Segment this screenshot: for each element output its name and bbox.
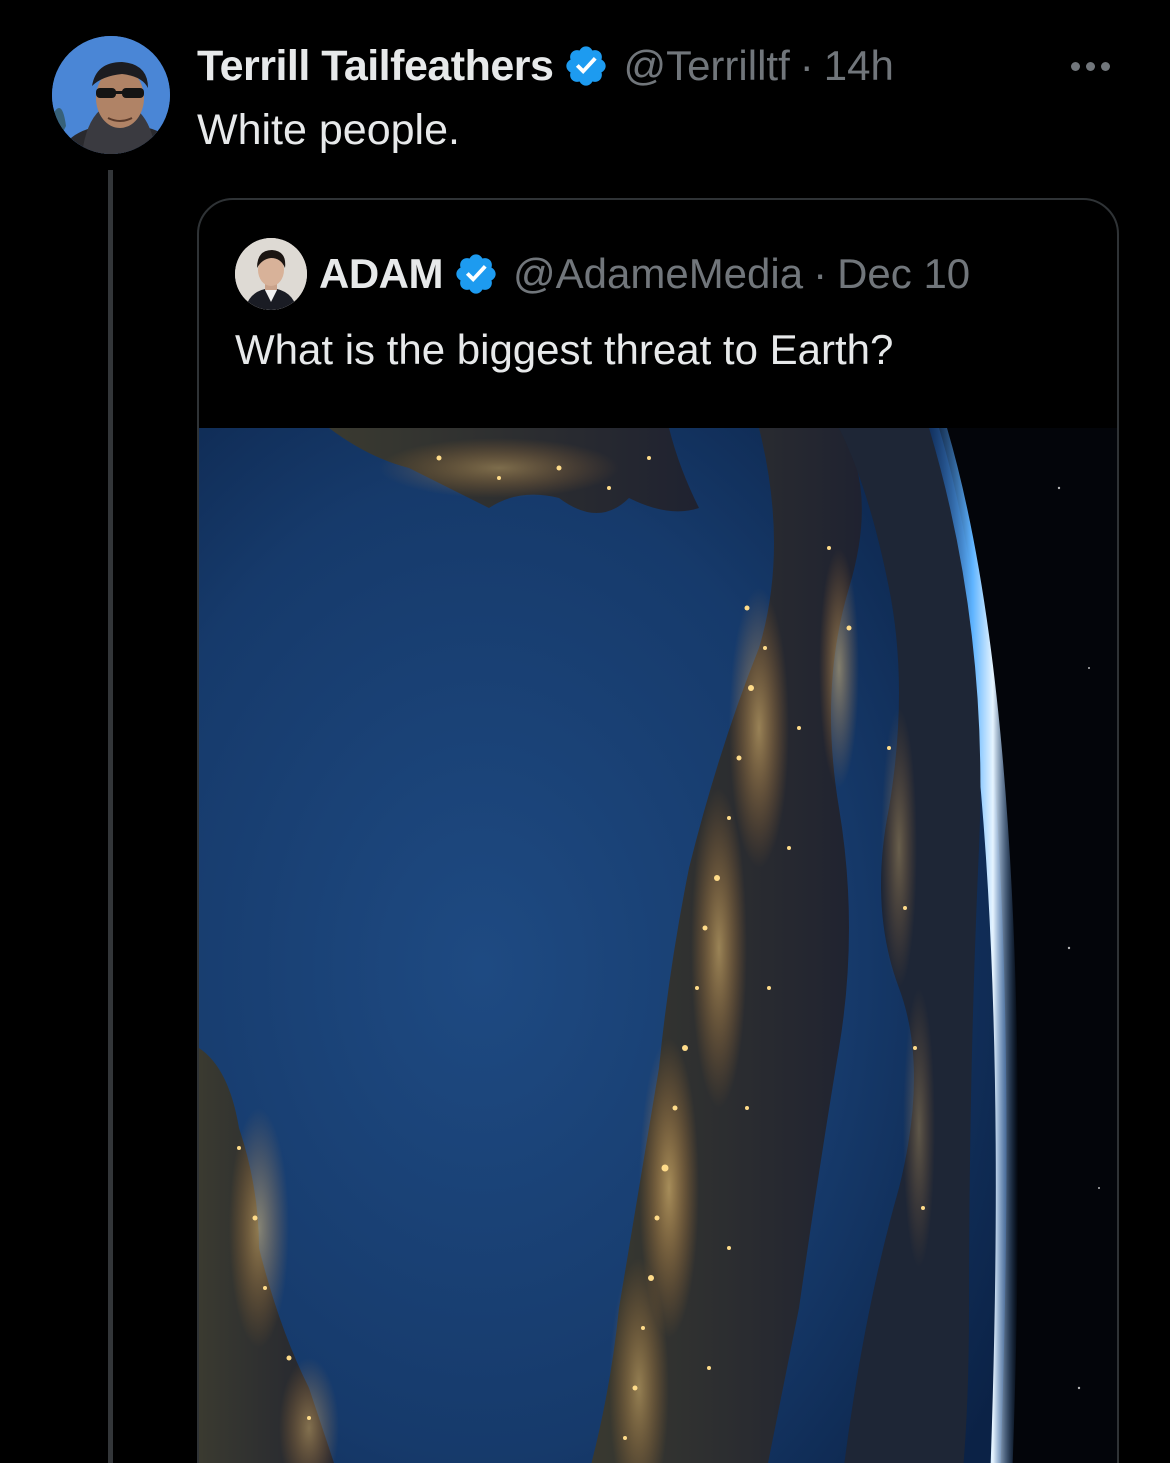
quoted-author-handle[interactable]: @AdameMedia [513,250,803,298]
more-horizontal-icon [1085,61,1095,71]
more-horizontal-icon [1100,61,1110,71]
more-options-button[interactable] [1060,44,1120,88]
author-display-name[interactable]: Terrill Tailfeathers [197,42,554,91]
author-handle[interactable]: @Terrilltf [623,42,789,90]
separator-dot: · [813,250,828,297]
quoted-tweet-date[interactable]: Dec 10 [837,250,970,298]
tweet-timestamp[interactable]: 14h [824,42,894,90]
quoted-tweet-header: ADAM @AdameMedia · Dec 10 [319,246,970,302]
tweet-page: Terrill Tailfeathers @Terrilltf · 14h Wh… [0,0,1170,1463]
quoted-tweet-image[interactable] [199,428,1117,1463]
quoted-tweet-card[interactable]: ADAM @AdameMedia · Dec 10 What is the bi… [197,198,1119,1463]
quoted-author-avatar[interactable] [235,238,307,310]
quoted-author-display-name[interactable]: ADAM [319,250,443,298]
quoted-tweet-text: What is the biggest threat to Earth? [235,326,894,373]
earth-night-photo-icon [199,428,1117,1463]
separator-dot: · [799,42,814,89]
thread-connector-line [108,170,113,1463]
tweet-text: White people. [197,106,460,154]
tweet-header: Terrill Tailfeathers @Terrilltf · 14h [197,40,894,92]
more-horizontal-icon [1070,61,1080,71]
verified-badge-icon[interactable] [563,43,609,89]
author-avatar[interactable] [52,36,170,154]
verified-badge-icon[interactable] [453,251,499,297]
